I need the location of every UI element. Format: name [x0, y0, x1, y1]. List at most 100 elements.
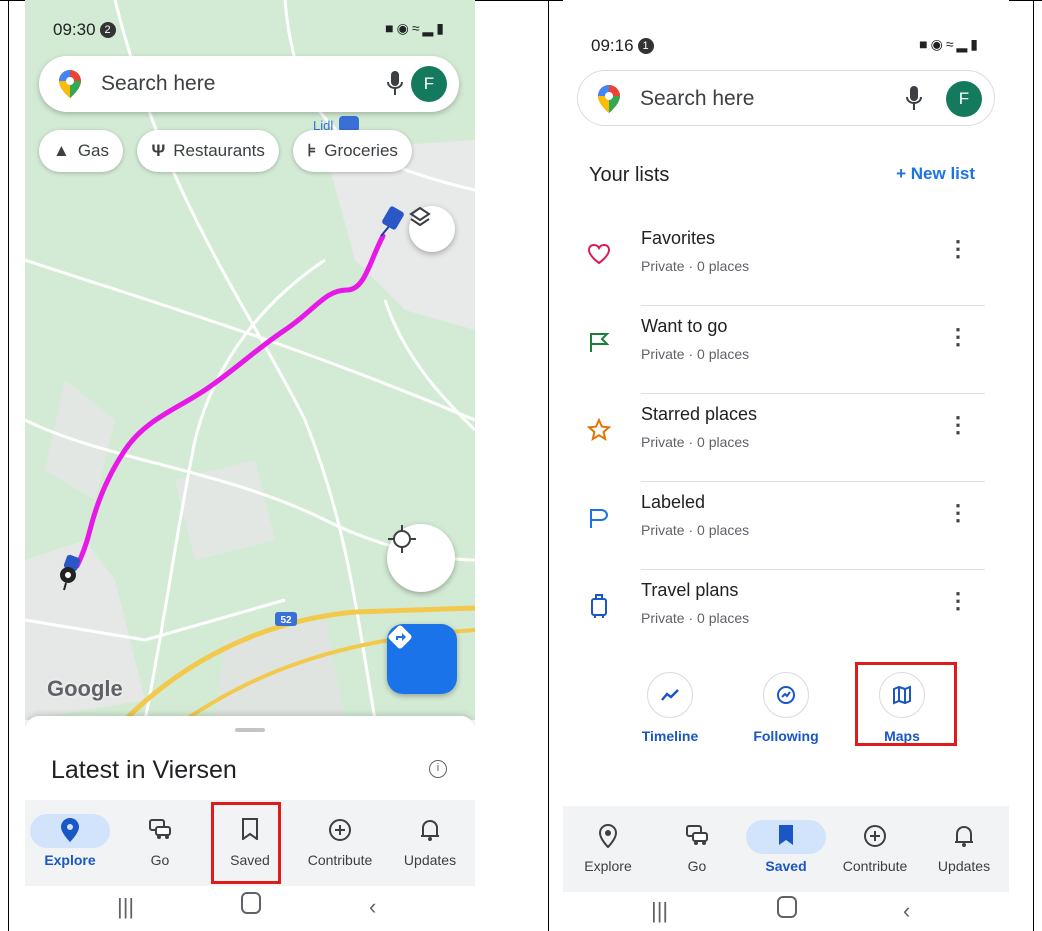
new-list-button[interactable]: + New list — [896, 164, 975, 184]
nav-label: Contribute — [307, 852, 373, 868]
screenshot-frame: 52 Lidl 09:30 2 ■◉≈▂▮ Search here F ▲ Ga… — [0, 0, 1042, 931]
home-icon[interactable] — [777, 896, 797, 918]
sheet-handle[interactable] — [235, 728, 265, 732]
your-lists-heading: Your lists — [589, 164, 670, 186]
cart-icon: ⊧ — [307, 141, 317, 160]
list-subtitle: Private · 0 places — [641, 346, 750, 362]
list-name: Starred places — [641, 404, 758, 424]
chip-label: Gas — [77, 141, 110, 160]
nav-label: Updates — [403, 852, 457, 868]
star-icon — [585, 416, 613, 444]
my-location-button[interactable] — [387, 524, 455, 592]
car-icon — [115, 818, 205, 844]
following-button[interactable]: Following — [731, 672, 841, 744]
directions-icon — [388, 625, 412, 649]
search-bar[interactable]: Search here F — [577, 70, 995, 126]
more-options-icon[interactable]: ⋮ — [947, 588, 969, 614]
notification-badge: 2 — [99, 22, 116, 38]
map-view[interactable]: 52 Lidl 09:30 2 ■◉≈▂▮ Search here F ▲ Ga… — [25, 0, 475, 720]
list-name: Favorites — [641, 228, 716, 248]
nav-explore[interactable]: Explore — [563, 806, 653, 892]
explore-icon — [563, 824, 653, 850]
nav-updates[interactable]: Updates — [919, 806, 1009, 892]
list-item-labeled[interactable]: Labeled Private · 0 places ⋮ — [563, 482, 1009, 570]
list-item-starred-places[interactable]: Starred places Private · 0 places ⋮ — [563, 394, 1009, 482]
bell-icon — [919, 824, 1009, 850]
list-name: Want to go — [641, 316, 728, 336]
layers-icon — [409, 206, 431, 227]
nav-contribute[interactable]: Contribute — [295, 800, 385, 886]
luggage-icon — [585, 592, 613, 620]
list-subtitle: Private · 0 places — [641, 522, 750, 538]
chip-label: Restaurants — [173, 141, 265, 160]
chip-gas[interactable]: ▲ Gas — [39, 130, 124, 172]
status-time-text: 09:30 — [53, 20, 96, 39]
search-placeholder[interactable]: Search here — [640, 87, 754, 111]
list-item-travel-plans[interactable]: Travel plans Private · 0 places ⋮ — [563, 570, 1009, 658]
gas-station-icon: ▲ — [53, 141, 70, 160]
highlight-box-saved — [211, 802, 281, 884]
quick-label: Timeline — [641, 728, 699, 744]
list-subtitle: Private · 0 places — [641, 610, 750, 626]
nav-explore[interactable]: Explore — [25, 800, 115, 886]
nav-label: Go — [150, 852, 170, 868]
info-icon[interactable]: i — [429, 760, 447, 778]
nav-label: Saved — [765, 858, 807, 874]
bottom-sheet[interactable]: Latest in Viersen i — [25, 716, 475, 800]
category-chips: ▲ Gas Ψ Restaurants ⊧ Groceries — [39, 130, 422, 174]
account-avatar[interactable]: F — [411, 66, 447, 102]
sheet-title: Latest in Viersen — [51, 756, 237, 784]
back-icon[interactable]: ‹ — [903, 898, 910, 924]
nav-go[interactable]: Go — [115, 800, 205, 886]
status-time: 09:16 1 — [591, 36, 654, 56]
more-options-icon[interactable]: ⋮ — [947, 236, 969, 262]
search-placeholder[interactable]: Search here — [101, 72, 215, 96]
quick-label: Following — [753, 728, 819, 744]
nav-label: Updates — [937, 858, 991, 874]
contribute-icon — [830, 824, 920, 850]
frame-border-left — [8, 0, 9, 931]
list-subtitle: Private · 0 places — [641, 434, 750, 450]
nav-contribute[interactable]: Contribute — [830, 806, 920, 892]
restaurant-icon: Ψ — [151, 141, 166, 160]
timeline-icon — [647, 672, 693, 718]
chip-restaurants[interactable]: Ψ Restaurants — [137, 130, 279, 172]
nav-label: Contribute — [842, 858, 908, 874]
directions-button[interactable] — [387, 624, 457, 694]
nav-saved[interactable]: Saved — [741, 806, 831, 892]
system-navigation: ||| ‹ — [563, 890, 1009, 931]
left-phone-map-screen: 52 Lidl 09:30 2 ■◉≈▂▮ Search here F ▲ Ga… — [25, 0, 475, 931]
more-options-icon[interactable]: ⋮ — [947, 324, 969, 350]
chip-groceries[interactable]: ⊧ Groceries — [293, 130, 412, 172]
more-options-icon[interactable]: ⋮ — [947, 412, 969, 438]
more-options-icon[interactable]: ⋮ — [947, 500, 969, 526]
back-icon[interactable]: ‹ — [369, 894, 376, 920]
list-item-want-to-go[interactable]: Want to go Private · 0 places ⋮ — [563, 306, 1009, 394]
right-phone-saved-screen: 09:16 1 ■◉≈▂▮ Search here F Your lists + … — [563, 0, 1009, 931]
nav-label: Go — [687, 858, 707, 874]
chip-label: Groceries — [324, 141, 398, 160]
account-avatar[interactable]: F — [946, 81, 982, 117]
search-bar[interactable]: Search here F — [39, 56, 459, 112]
home-icon[interactable] — [241, 892, 261, 914]
microphone-icon[interactable] — [906, 86, 922, 117]
recent-apps-icon[interactable]: ||| — [117, 894, 134, 920]
label-icon — [585, 504, 613, 532]
heart-icon — [585, 240, 613, 268]
bookmark-icon — [741, 824, 831, 850]
nav-label: Explore — [44, 852, 96, 868]
maps-logo-icon — [598, 85, 620, 118]
list-item-favorites[interactable]: Favorites Private · 0 places ⋮ — [563, 218, 1009, 306]
crosshair-icon — [388, 525, 416, 553]
layers-button[interactable] — [409, 206, 455, 252]
nav-label: Explore — [584, 858, 632, 874]
following-icon — [763, 672, 809, 718]
system-navigation: ||| ‹ — [25, 886, 475, 931]
timeline-button[interactable]: Timeline — [615, 672, 725, 744]
list-subtitle: Private · 0 places — [641, 258, 750, 274]
recent-apps-icon[interactable]: ||| — [651, 898, 668, 924]
nav-updates[interactable]: Updates — [385, 800, 475, 886]
highway-number: 52 — [280, 615, 292, 626]
flag-icon — [585, 328, 613, 356]
nav-go[interactable]: Go — [652, 806, 742, 892]
